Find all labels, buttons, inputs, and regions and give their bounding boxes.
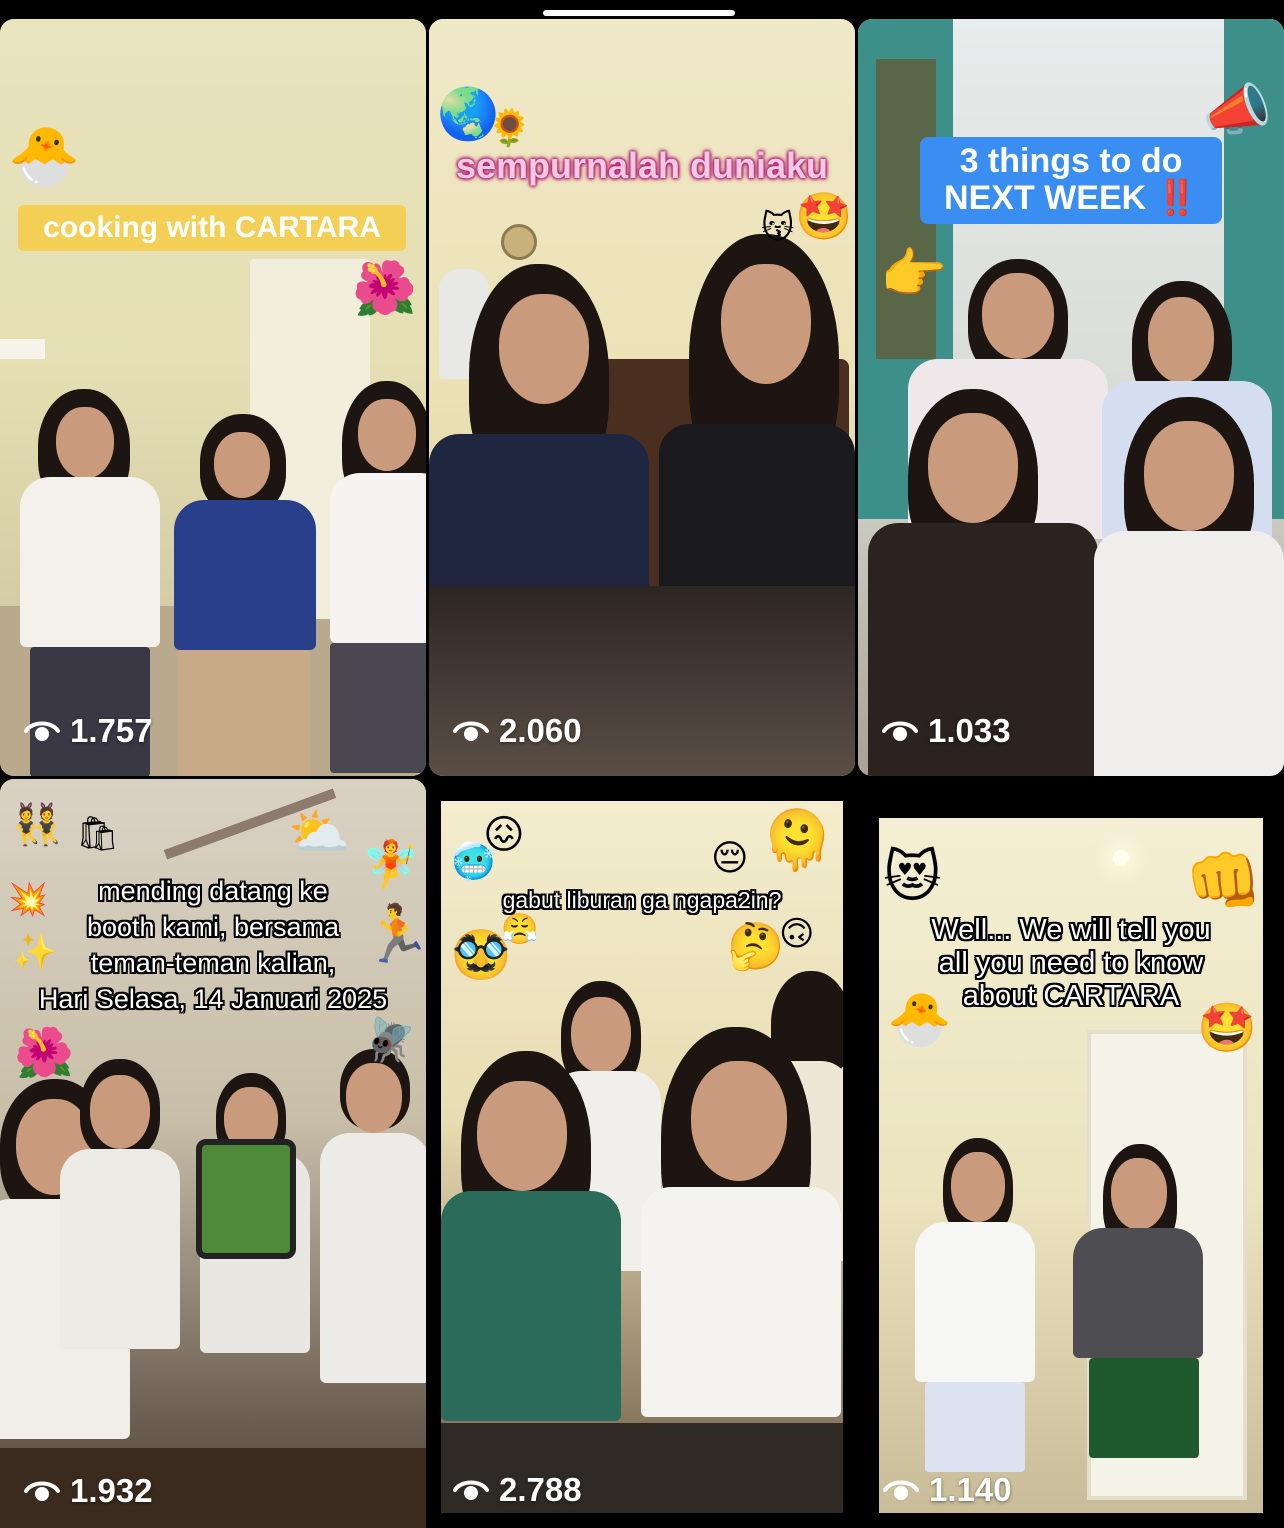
tablet-device (196, 1139, 296, 1259)
view-count-label: 1.140 (929, 1471, 1012, 1508)
video-tile-5[interactable]: 😖 🥶 😔 🫠 gabut liburan ga ngapa2in? 😤 🥸 🤔… (441, 801, 843, 1513)
shopping-bags-emoji: 🛍 (76, 814, 120, 854)
eye-icon (453, 721, 489, 741)
hibiscus-emoji: 🌺 (352, 259, 417, 319)
video-tile-3[interactable]: 📣 3 things to do NEXT WEEK ‼️ 👉 1.033 (858, 19, 1284, 776)
view-count: 2.788 (453, 1471, 582, 1509)
view-count-label: 2.060 (499, 712, 582, 749)
video-tile-6[interactable]: 😻 👊 Well... We will tell you all you nee… (879, 818, 1263, 1513)
caption-line-2: booth kami, bersama (86, 912, 340, 942)
video-caption: 3 things to do NEXT WEEK ‼️ (920, 137, 1222, 224)
chick-emoji: 🐣 (887, 990, 952, 1050)
video-tile-4[interactable]: 👯 🛍 ⛅ 💥 🧚 ✨ 🏃 mending datang ke booth ka… (0, 779, 426, 1528)
view-count-label: 1.757 (70, 712, 153, 749)
view-count: 1.033 (882, 712, 1011, 750)
video-caption: mending datang ke booth kami, bersama te… (12, 873, 414, 1017)
dancers-emoji: 👯 (12, 802, 62, 848)
sun-behind-cloud-emoji: ⛅ (288, 803, 351, 861)
view-count: 1.932 (24, 1472, 153, 1510)
pointing-hand-emoji: 👉 (880, 242, 948, 305)
caption-line-1: 3 things to do (959, 142, 1183, 180)
sunflower-emoji: 🌻 (487, 108, 532, 149)
view-count-label: 2.788 (499, 1471, 582, 1508)
megaphone-emoji: 📣 (1202, 78, 1272, 143)
thinking-emoji: 🤔 (727, 919, 785, 973)
video-caption: cooking with CARTARA (18, 205, 406, 251)
caption-line-4: Hari Selasa, 14 Januari 2025 (38, 984, 388, 1014)
view-count-label: 1.932 (70, 1472, 153, 1509)
video-tile-2[interactable]: 🌏 🌻 sempurnalah duniaku 😽 🤩 2.060 (429, 19, 855, 776)
view-count: 1.140 (883, 1471, 1012, 1509)
eye-icon (24, 721, 60, 741)
upside-down-emoji: 🙃 (779, 914, 815, 954)
chick-emoji: 🐣 (8, 122, 81, 190)
wall-clock (501, 224, 537, 260)
eye-icon (882, 721, 918, 741)
pensive-emoji: 😔 (711, 838, 749, 879)
video-caption: gabut liburan ga ngapa2in? (502, 887, 782, 913)
video-tile-1[interactable]: 🐣 cooking with CARTARA 🌺 1.757 (0, 19, 426, 776)
eye-icon (883, 1480, 919, 1500)
view-count-label: 1.033 (928, 712, 1011, 749)
heart-eyes-cat-emoji: 😻 (883, 845, 942, 910)
scroll-indicator (543, 10, 735, 16)
caption-line-2: all you need to know (938, 947, 1204, 979)
video-caption: sempurnalah duniaku (455, 145, 829, 186)
eye-icon (24, 1481, 60, 1501)
kissing-cat-emoji: 😽 (761, 208, 795, 246)
star-struck-emoji: 🤩 (795, 189, 853, 243)
fly-emoji: 🪰 (364, 1015, 417, 1064)
eye-icon (453, 1480, 489, 1500)
melting-emoji: 🫠 (761, 806, 834, 874)
caption-line-1: mending datang ke (98, 876, 328, 906)
caption-line-1: Well... We will tell you (931, 914, 1211, 946)
caption-line-2: NEXT WEEK ‼️ (944, 179, 1198, 218)
caption-line-3: teman-teman kalian, (90, 948, 336, 978)
fist-emoji: 👊 (1185, 844, 1263, 917)
disguised-emoji: 🥸 (451, 927, 511, 983)
hibiscus-emoji: 🌺 (14, 1025, 74, 1081)
cold-face-emoji: 🥶 (451, 842, 496, 883)
star-struck-emoji: 🤩 (1197, 1000, 1257, 1056)
view-count: 2.060 (453, 712, 582, 750)
view-count: 1.757 (24, 712, 153, 750)
